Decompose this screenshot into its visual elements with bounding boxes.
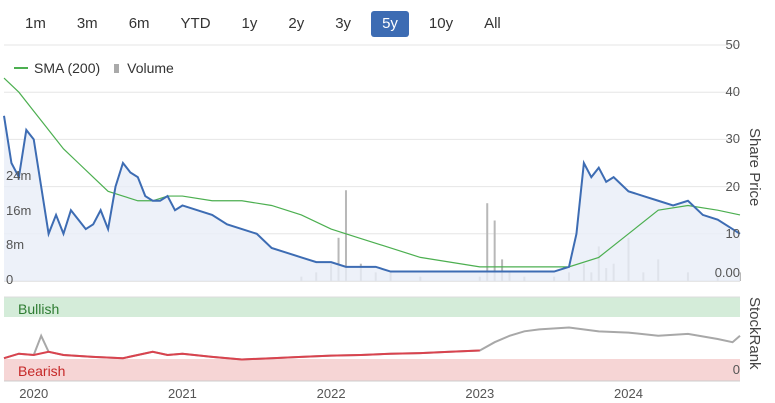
year-tick-label: 2022 [316,386,346,401]
year-tick-label: 2023 [465,386,495,401]
price-tick-label: 40 [725,84,740,100]
stockrank-bearish-line [3,349,480,361]
bullish-band [4,297,740,317]
share-price-axis-title: Share Price [746,128,763,207]
volume-tick-label: 0 [6,272,14,287]
price-tick-label: 10 [725,225,740,241]
stockrank-axis-title: StockRank [746,297,763,370]
price-tick-label: 20 [725,178,740,194]
year-tick-label: 2021 [167,386,197,401]
volume-right-zero-label: 0.00 [714,265,740,280]
price-tick-label: 30 [725,131,740,147]
volume-tick-label: 16m [6,202,32,218]
bearish-band-label: Bearish [18,363,66,379]
price-tick-label: 50 [725,37,740,52]
volume-bar [486,203,489,281]
bullish-band-label: Bullish [18,301,60,317]
stockrank-zero-label: 0 [732,362,740,377]
volume-tick-label: 24m [6,168,32,184]
bearish-band [4,359,740,381]
year-tick-label: 2024 [614,386,643,401]
volume-tick-label: 8m [6,237,25,253]
price-chart[interactable] [0,0,775,403]
year-tick-label: 2020 [19,386,49,401]
